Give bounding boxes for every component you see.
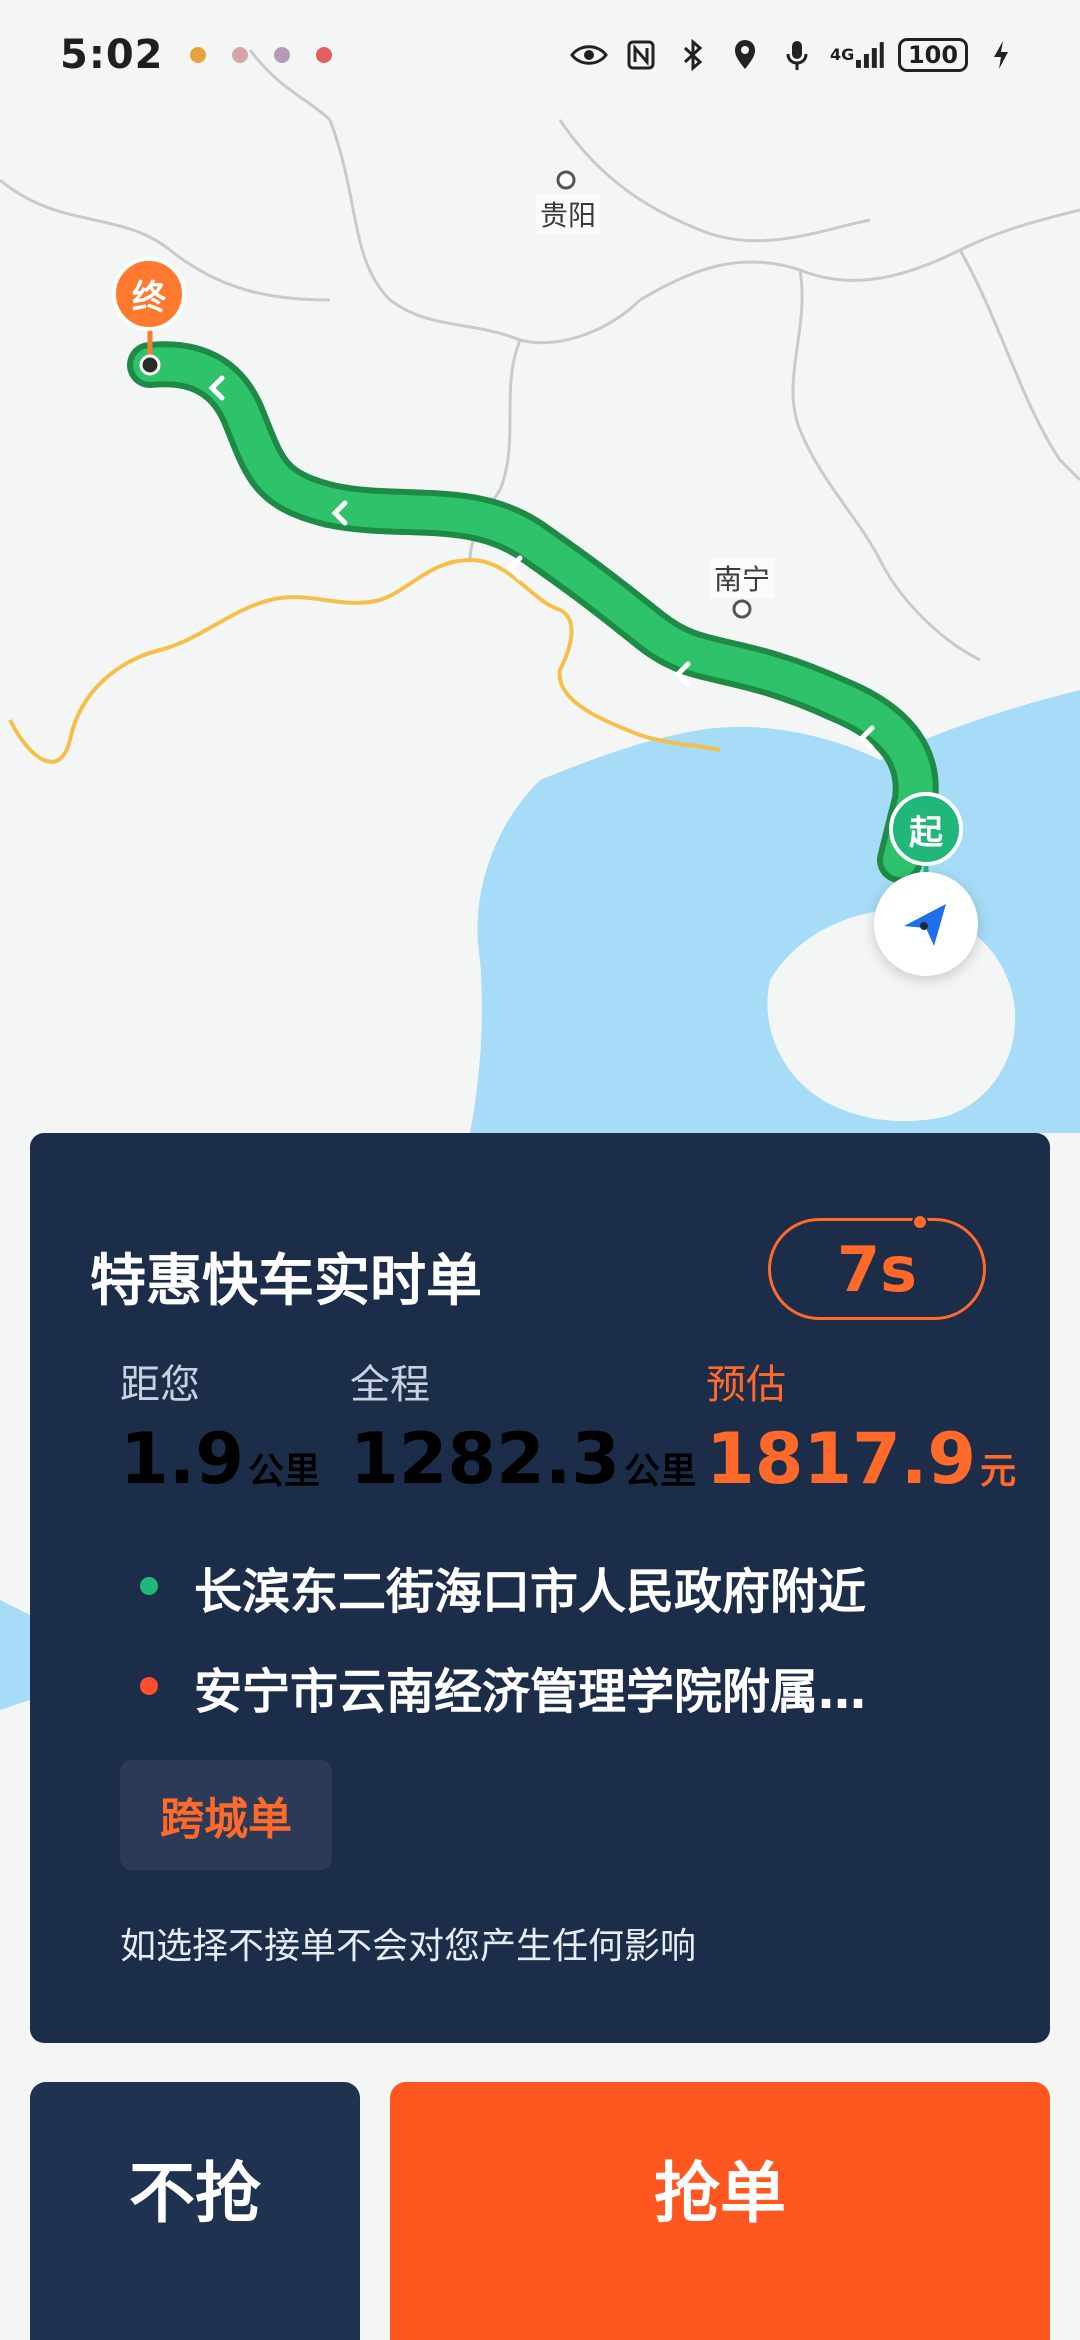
estimate-label: 预估 [706, 1362, 786, 1408]
city-label-nanning: 南宁 [710, 558, 775, 598]
grab-order-button[interactable]: 抢单 [390, 2082, 1050, 2340]
battery-indicator: 100 [898, 38, 968, 72]
estimate-unit: 元 [980, 1451, 1017, 1492]
pickup-dot [140, 1577, 158, 1595]
nfc-icon [622, 36, 660, 74]
distance-value: 1.9 公里 [120, 1418, 320, 1500]
notification-icon [315, 47, 332, 63]
skip-order-button[interactable]: 不抢 [30, 2082, 360, 2340]
countdown-timer: 7s [768, 1218, 986, 1320]
estimate-value: 1817.9 元 [706, 1418, 1016, 1500]
notification-icon [231, 47, 248, 63]
eye-icon [570, 36, 608, 74]
status-time: 5:02 [60, 32, 164, 78]
city-dot-nanning [732, 599, 752, 619]
location-pin-icon [726, 36, 764, 74]
notification-icon [273, 47, 290, 63]
order-title: 特惠快车实时单 [90, 1249, 482, 1314]
status-bar: 5:02 4G 100 [0, 0, 1080, 110]
cross-city-tag: 跨城单 [120, 1760, 332, 1870]
pickup-address: 长滨东二街海口市人民政府附近 [194, 1564, 867, 1620]
trip-value: 1282.3 公里 [350, 1418, 696, 1500]
trip-unit: 公里 [624, 1451, 697, 1492]
countdown-progress-dot [912, 1214, 928, 1230]
navigation-arrow-icon [904, 904, 946, 946]
microphone-icon [778, 36, 816, 74]
bluetooth-icon [674, 36, 712, 74]
estimate-number: 1817.9 [706, 1418, 977, 1500]
network-type: 4G [830, 45, 855, 64]
city-label-guiyang: 贵阳 [536, 194, 601, 234]
signal-icon: 4G [830, 36, 884, 74]
end-marker[interactable]: 终 [112, 257, 186, 331]
start-marker[interactable]: 起 [889, 792, 963, 866]
charging-icon [982, 36, 1020, 74]
notification-icon [189, 47, 206, 63]
distance-label: 距您 [120, 1362, 200, 1408]
dropoff-address: 安宁市云南经济管理学院附属… [194, 1664, 867, 1720]
current-location-button[interactable] [874, 872, 978, 976]
trip-number: 1282.3 [350, 1418, 621, 1500]
distance-unit: 公里 [248, 1451, 321, 1492]
decline-notice: 如选择不接单不会对您产生任何影响 [120, 1926, 697, 1967]
dropoff-dot [140, 1677, 158, 1695]
distance-number: 1.9 [120, 1418, 245, 1500]
city-dot-guiyang [556, 170, 576, 190]
end-marker-point [139, 354, 161, 376]
trip-label: 全程 [350, 1362, 430, 1408]
